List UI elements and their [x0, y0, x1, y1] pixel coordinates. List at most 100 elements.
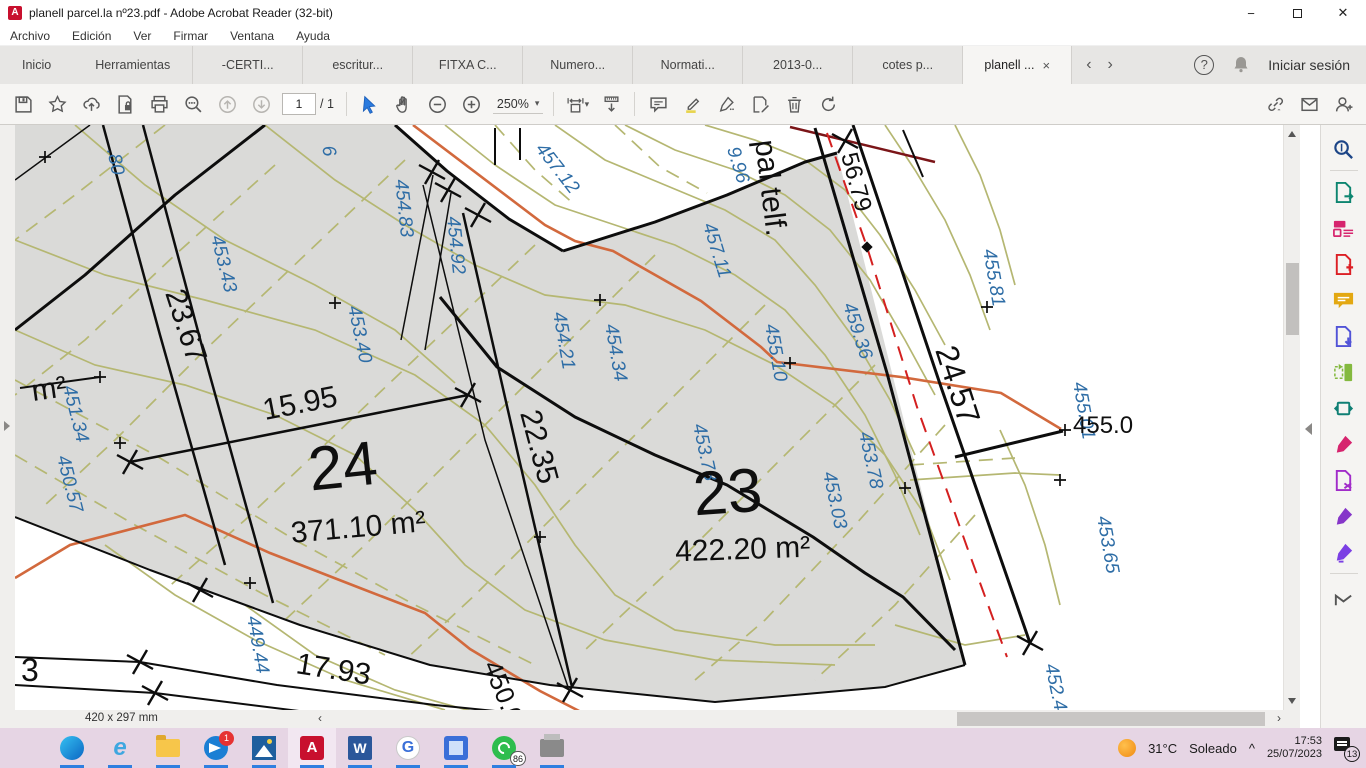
clock[interactable]: 17:53 25/07/2023: [1267, 735, 1322, 761]
delete-button[interactable]: [777, 88, 811, 120]
select-tool-button[interactable]: [353, 88, 387, 120]
taskbar-photos-button[interactable]: [240, 728, 288, 768]
edit-page-button[interactable]: [743, 88, 777, 120]
taskbar-word-button[interactable]: W: [336, 728, 384, 768]
highlight-button[interactable]: [675, 88, 709, 120]
acrobat-icon: A: [300, 736, 324, 760]
email-button[interactable]: [1292, 88, 1326, 120]
hand-tool-button[interactable]: [387, 88, 421, 120]
taskbar-blue-app-button[interactable]: [432, 728, 480, 768]
file-lock-button[interactable]: [108, 88, 142, 120]
convert-pdf-button[interactable]: [1327, 462, 1361, 498]
close-button[interactable]: ✕: [1320, 0, 1366, 26]
sign-in-button[interactable]: Iniciar sesión: [1268, 57, 1350, 73]
help-icon[interactable]: ?: [1194, 55, 1214, 75]
fit-width-button[interactable]: ▾: [560, 88, 594, 120]
add-user-button[interactable]: [1326, 88, 1360, 120]
tab-inicio[interactable]: Inicio: [0, 46, 73, 84]
zoom-out-button[interactable]: [421, 88, 455, 120]
cloud-upload-button[interactable]: [74, 88, 108, 120]
pdf-document-canvas[interactable]: .806453.43453.40451.34450.57449.44454.83…: [15, 125, 1300, 710]
minimize-button[interactable]: −: [1228, 0, 1274, 26]
acrobat-app-icon: A: [8, 6, 22, 20]
page-scrolling-button[interactable]: [594, 88, 628, 120]
menu-ayuda[interactable]: Ayuda: [296, 29, 330, 43]
weather-desc[interactable]: Soleado: [1189, 741, 1237, 756]
panel-more-arrow-icon[interactable]: [1327, 581, 1361, 617]
doc-tab-0[interactable]: -CERTI...: [192, 46, 302, 84]
internet-explorer-icon: e: [107, 735, 133, 761]
menu-ver[interactable]: Ver: [133, 29, 151, 43]
taskbar-internet-explorer-button[interactable]: e: [96, 728, 144, 768]
compress-pdf-button[interactable]: [1327, 390, 1361, 426]
horizontal-scrollbar-thumb[interactable]: [957, 712, 1265, 726]
more-tools-button[interactable]: [1327, 534, 1361, 570]
star-button[interactable]: [40, 88, 74, 120]
save-button[interactable]: [6, 88, 40, 120]
page-number-input[interactable]: 1: [282, 93, 316, 115]
organize-pages-button[interactable]: [1327, 354, 1361, 390]
doc-tab-5[interactable]: 2013-0...: [742, 46, 852, 84]
maximize-button[interactable]: [1274, 0, 1320, 26]
taskbar-edge-button[interactable]: [48, 728, 96, 768]
menu-archivo[interactable]: Archivo: [10, 29, 50, 43]
export-pdf-button[interactable]: [1327, 174, 1361, 210]
comment-tool-button[interactable]: [1327, 282, 1361, 318]
taskbar-start-button[interactable]: [0, 728, 48, 768]
expand-left-panel-icon[interactable]: [4, 421, 10, 431]
doc-tabs: -CERTI...escritur...FITXA C...Numero...N…: [192, 46, 1072, 84]
svg-text:9.96: 9.96: [722, 144, 753, 186]
taskbar-printer-button[interactable]: [528, 728, 576, 768]
vertical-scrollbar-thumb[interactable]: [1286, 263, 1299, 335]
share-link-button[interactable]: [1258, 88, 1292, 120]
svg-text:3: 3: [21, 652, 39, 688]
edit-pdf-button[interactable]: [1327, 210, 1361, 246]
combine-files-button[interactable]: [1327, 318, 1361, 354]
notification-center-button[interactable]: 13: [1334, 737, 1356, 759]
print-button[interactable]: [142, 88, 176, 120]
vertical-scrollbar[interactable]: [1283, 125, 1300, 710]
chevron-down-icon: ▾: [535, 98, 540, 109]
create-pdf-button[interactable]: [1327, 246, 1361, 282]
scroll-left-icon[interactable]: ‹: [318, 711, 322, 725]
request-signatures-button[interactable]: [1327, 498, 1361, 534]
menu-edicion[interactable]: Edición: [72, 29, 111, 43]
menu-ventana[interactable]: Ventana: [230, 29, 274, 43]
fill-sign-button[interactable]: [709, 88, 743, 120]
scroll-up-icon[interactable]: [1288, 131, 1296, 137]
page-total-label: / 1: [320, 97, 334, 111]
doc-tab-2[interactable]: FITXA C...: [412, 46, 522, 84]
taskbar: e1AWG86 31°C Soleado ^ 17:53 25/07/2023 …: [0, 728, 1366, 768]
scroll-right-icon[interactable]: ›: [1277, 711, 1281, 725]
taskbar-file-explorer-button[interactable]: [144, 728, 192, 768]
bell-icon[interactable]: [1232, 55, 1250, 76]
search-button[interactable]: [176, 88, 210, 120]
taskbar-google-app-button[interactable]: G: [384, 728, 432, 768]
doc-tab-1[interactable]: escritur...: [302, 46, 412, 84]
doc-tab-6[interactable]: cotes p...: [852, 46, 962, 84]
weather-sun-icon[interactable]: [1118, 739, 1136, 757]
fill-sign-button[interactable]: [1327, 426, 1361, 462]
tray-chevron-icon[interactable]: ^: [1249, 741, 1255, 756]
doc-tab-3[interactable]: Numero...: [522, 46, 632, 84]
next-page-button[interactable]: [244, 88, 278, 120]
refresh-button[interactable]: [811, 88, 845, 120]
tab-scroll-back-icon[interactable]: ‹: [1086, 56, 1091, 74]
zoom-in-button[interactable]: [455, 88, 489, 120]
collapse-tools-panel-icon[interactable]: [1305, 423, 1312, 435]
doc-tab-4[interactable]: Normati...: [632, 46, 742, 84]
previous-page-button[interactable]: [210, 88, 244, 120]
comment-button[interactable]: [641, 88, 675, 120]
menu-firmar[interactable]: Firmar: [173, 29, 208, 43]
close-tab-icon[interactable]: ×: [1042, 58, 1050, 73]
search-tool-button[interactable]: [1327, 131, 1361, 167]
taskbar-whatsapp-button[interactable]: 86: [480, 728, 528, 768]
tab-scroll-forward-icon[interactable]: ›: [1108, 56, 1113, 74]
scroll-down-icon[interactable]: [1288, 698, 1296, 704]
doc-tab-active[interactable]: planell ...×: [962, 46, 1072, 84]
taskbar-thunderbird-button[interactable]: 1: [192, 728, 240, 768]
weather-temp[interactable]: 31°C: [1148, 741, 1177, 756]
tab-herramientas[interactable]: Herramientas: [73, 46, 192, 84]
zoom-level-select[interactable]: 250% ▾: [493, 95, 544, 114]
taskbar-acrobat-button[interactable]: A: [288, 728, 336, 768]
